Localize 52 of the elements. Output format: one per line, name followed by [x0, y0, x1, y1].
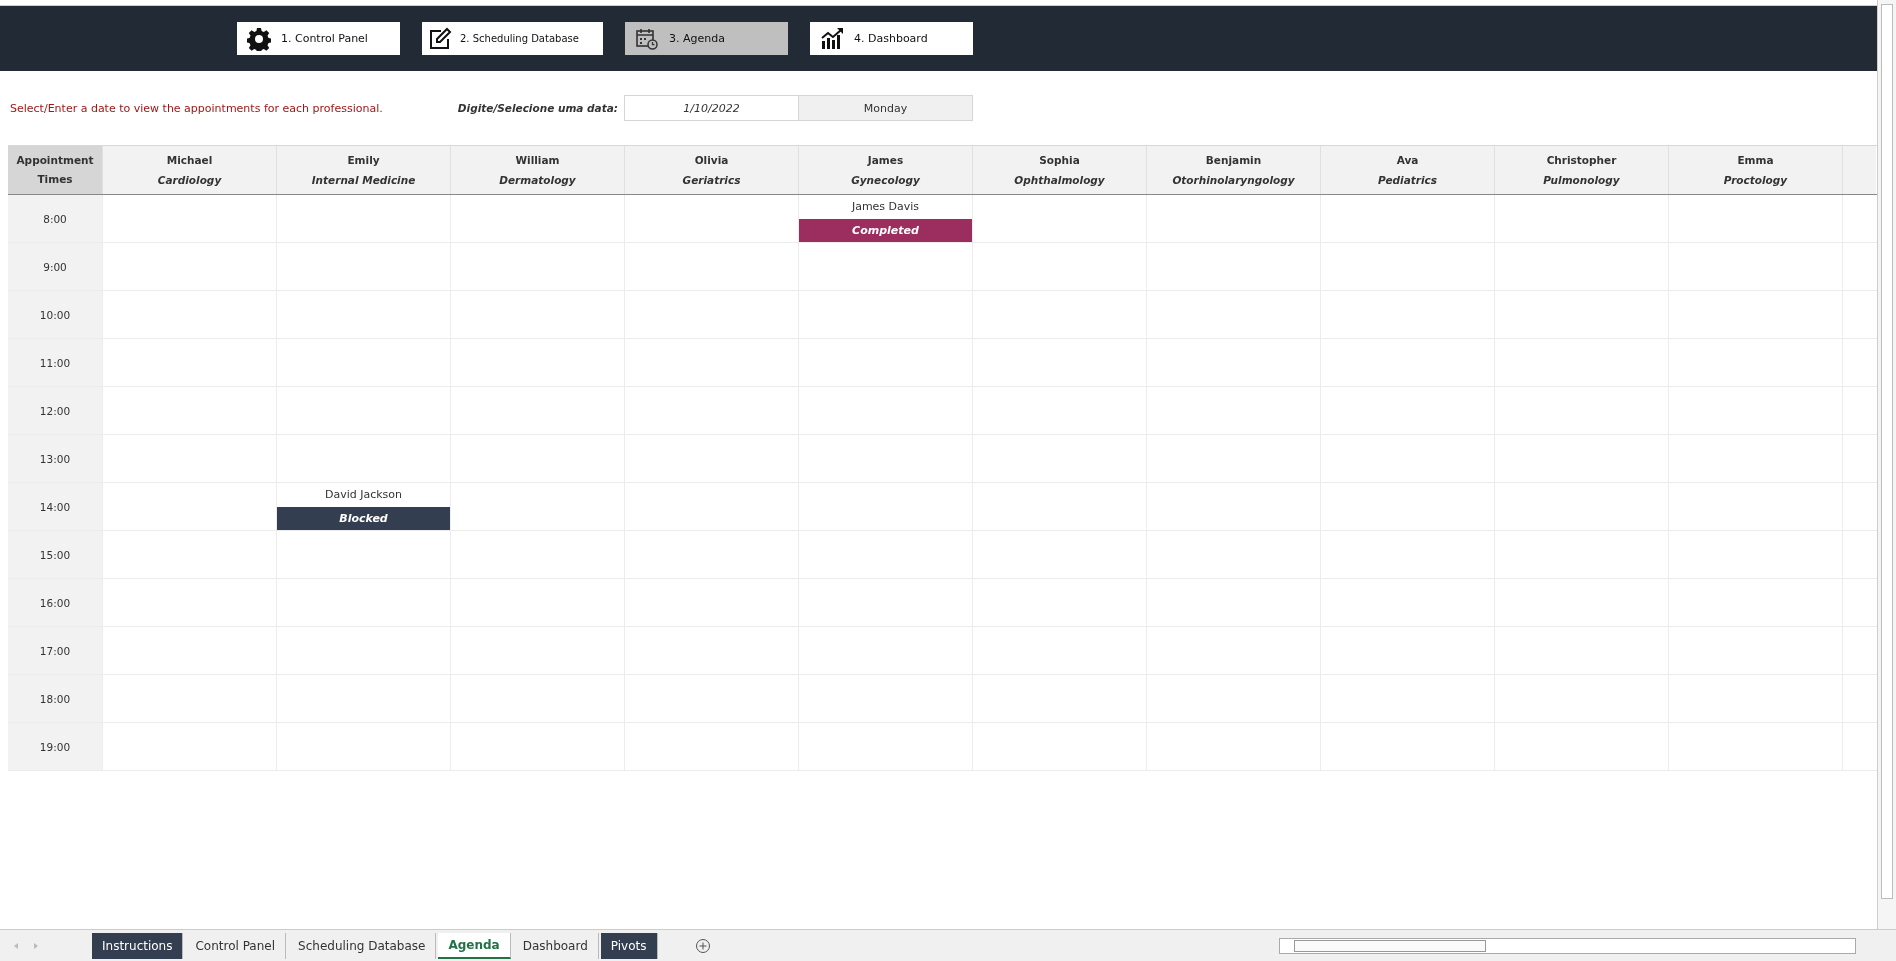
schedule-cell[interactable]: David Jackson Blocked	[276, 483, 450, 530]
nav-button[interactable]: 2. Scheduling Database	[422, 22, 603, 55]
professional-header: Ava Pediatrics	[1320, 146, 1494, 194]
time-cell: 17:00	[8, 627, 102, 674]
time-cell: 9:00	[8, 243, 102, 290]
add-sheet-icon[interactable]	[694, 937, 711, 954]
instruction-text: Select/Enter a date to view the appointments for each professional.	[10, 101, 384, 115]
time-cell: 14:00	[8, 483, 102, 530]
edit-icon	[428, 26, 452, 51]
schedule-cell[interactable]: James Davis Completed	[798, 195, 972, 242]
status-badge: Blocked	[277, 507, 450, 530]
time-cell: 12:00	[8, 387, 102, 434]
sheet-tab[interactable]: Agenda	[438, 932, 511, 959]
time-cell: 10:00	[8, 291, 102, 338]
time-cell: 13:00	[8, 435, 102, 482]
horizontal-scrollbar[interactable]	[1279, 937, 1856, 954]
nav-button[interactable]: 3. Agenda	[625, 22, 788, 55]
sheet-tab[interactable]: Control Panel	[185, 932, 287, 959]
professional-header: Christopher Pulmonology	[1494, 146, 1668, 194]
bar-chart-icon	[820, 26, 844, 51]
sheet-tab[interactable]: Instructions	[92, 932, 184, 959]
patient-name: James Davis	[850, 199, 921, 215]
professional-header: James Gynecology	[798, 146, 972, 194]
time-cell: 18:00	[8, 675, 102, 722]
vertical-scrollbar[interactable]	[1877, 0, 1896, 929]
time-cell: 19:00	[8, 723, 102, 770]
date-input-field[interactable]: 1/10/2022	[624, 95, 799, 121]
professional-header: Benjamin Otorhinolaryngology	[1146, 146, 1320, 194]
professional-header: Michael Cardiology	[102, 146, 276, 194]
professional-header: Emily Internal Medicine	[276, 146, 450, 194]
weekday-cell: Monday	[799, 95, 973, 121]
sheet-tab[interactable]: Pivots	[600, 932, 658, 959]
time-cell: 16:00	[8, 579, 102, 626]
date-label: Digite/Selecione uma data:	[456, 101, 618, 116]
time-cell: 11:00	[8, 339, 102, 386]
status-badge: Completed	[799, 219, 972, 242]
professional-header: Sophia Ophthalmology	[972, 146, 1146, 194]
time-cell: 8:00	[8, 195, 102, 242]
professional-header: Emma Proctology	[1668, 146, 1842, 194]
professional-header: William Dermatology	[450, 146, 624, 194]
calendar-clock-icon	[635, 26, 659, 51]
patient-name: David Jackson	[323, 487, 404, 503]
nav-button[interactable]: 4. Dashboard	[810, 22, 973, 55]
professional-header: Olivia Geriatrics	[624, 146, 798, 194]
time-column-header: Appointment Times	[8, 146, 102, 194]
sheet-tab[interactable]: Scheduling Database	[288, 932, 437, 959]
tab-scroll-left-icon[interactable]	[12, 941, 20, 950]
tab-scroll-right-icon[interactable]	[32, 941, 40, 950]
time-cell: 15:00	[8, 531, 102, 578]
nav-button[interactable]: 1. Control Panel	[237, 22, 400, 55]
sheet-tab[interactable]: Dashboard	[512, 932, 599, 959]
gear-icon	[247, 26, 271, 51]
